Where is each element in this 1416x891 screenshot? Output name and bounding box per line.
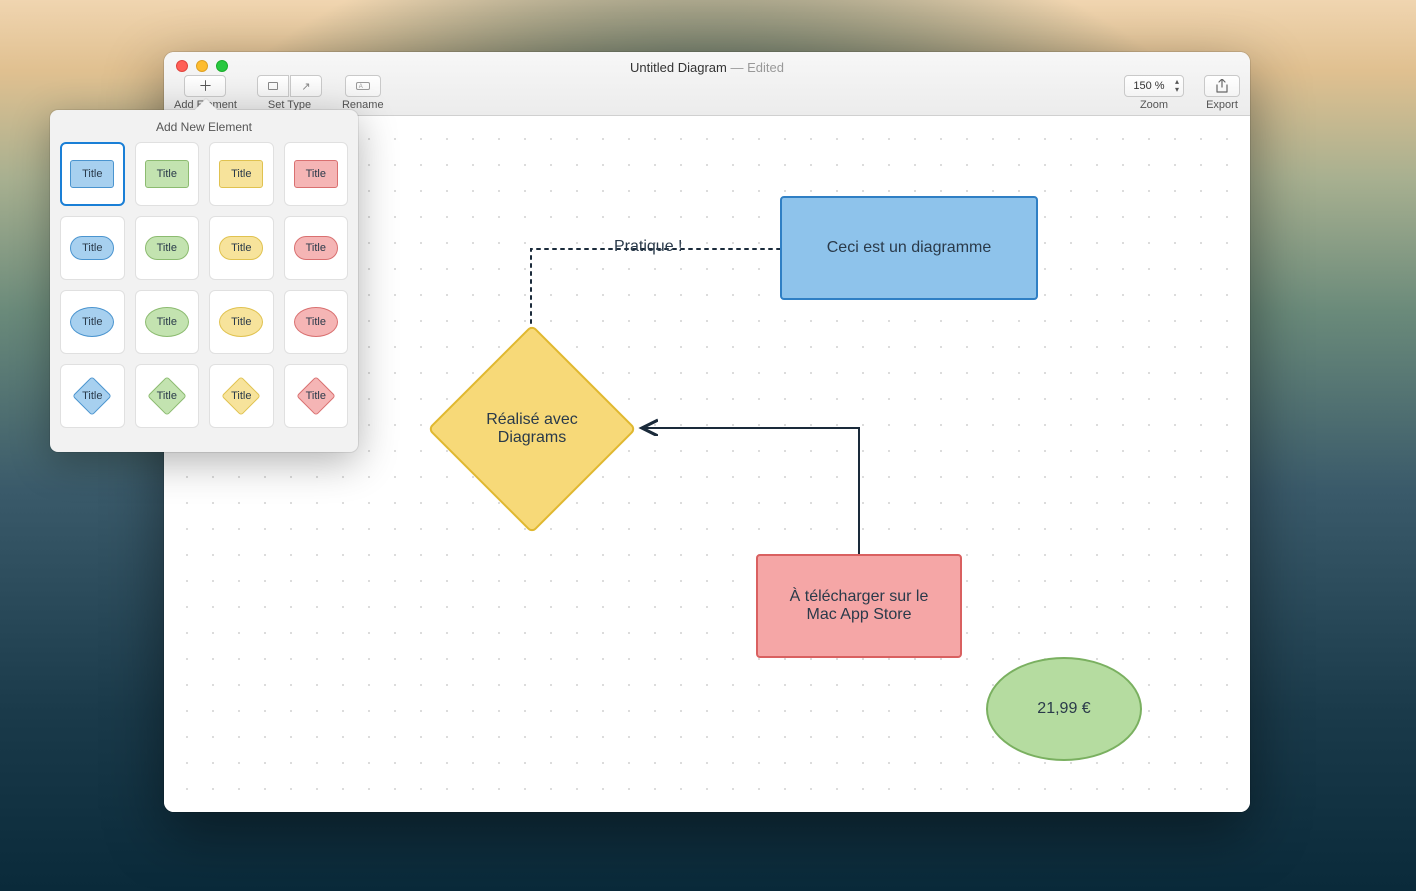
ellipse-icon: Title: [145, 307, 189, 337]
zoom-group: 150 % ▴▾ Zoom: [1124, 75, 1184, 111]
export-label: Export: [1206, 99, 1238, 111]
node-label: Ceci est un diagramme: [827, 239, 992, 257]
shape-grid: Title Title Title Title Title Title Titl…: [50, 142, 358, 438]
diagram-node-this-is-diagram[interactable]: Ceci est un diagramme: [780, 196, 1038, 300]
shape-rect-red[interactable]: Title: [284, 142, 349, 206]
rectangle-icon: [268, 82, 278, 90]
shape-round-yellow[interactable]: Title: [209, 216, 274, 280]
shape-ellipse-red[interactable]: Title: [284, 290, 349, 354]
diagram-node-price[interactable]: 21,99 €: [986, 657, 1142, 761]
export-group: Export: [1204, 75, 1240, 111]
ellipse-icon: Title: [70, 307, 114, 337]
diagram-node-made-with[interactable]: Réalisé avec Diagrams: [427, 324, 636, 533]
shape-rect-green[interactable]: Title: [135, 142, 200, 206]
edited-badge: — Edited: [727, 60, 784, 75]
ellipse-icon: Title: [294, 307, 338, 337]
diagram-node-download[interactable]: À télécharger sur le Mac App Store: [756, 554, 962, 658]
roundrect-icon: Title: [145, 236, 189, 260]
node-label: À télécharger sur le Mac App Store: [778, 588, 940, 624]
connector-label[interactable]: Pratique !: [614, 238, 682, 256]
shape-round-blue[interactable]: Title: [60, 216, 125, 280]
shape-diamond-green[interactable]: Title: [135, 364, 200, 428]
rename-group: A Rename: [342, 75, 384, 111]
toolbar: ＋ Add Element ↗ Set Type: [164, 75, 1250, 113]
shape-ellipse-blue[interactable]: Title: [60, 290, 125, 354]
arrow-icon: ↗: [301, 80, 310, 93]
set-type-arrow-button[interactable]: ↗: [290, 75, 322, 97]
zoom-value: 150 %: [1133, 80, 1164, 92]
rect-icon: Title: [70, 160, 114, 188]
set-type-group: ↗ Set Type: [257, 75, 322, 111]
add-element-popover: Add New Element Title Title Title Title …: [50, 110, 358, 452]
plus-icon: ＋: [198, 76, 212, 96]
shape-rect-yellow[interactable]: Title: [209, 142, 274, 206]
shape-round-green[interactable]: Title: [135, 216, 200, 280]
set-type-rect-button[interactable]: [257, 75, 289, 97]
popover-title: Add New Element: [50, 110, 358, 142]
node-label: Réalisé avec Diagrams: [486, 411, 578, 446]
shape-round-red[interactable]: Title: [284, 216, 349, 280]
shape-ellipse-green[interactable]: Title: [135, 290, 200, 354]
zoom-select[interactable]: 150 % ▴▾: [1124, 75, 1184, 97]
rect-icon: Title: [219, 160, 263, 188]
rename-icon: A: [356, 82, 370, 90]
roundrect-icon: Title: [294, 236, 338, 260]
roundrect-icon: Title: [219, 236, 263, 260]
share-icon: [1216, 79, 1228, 93]
window-title: Untitled Diagram — Edited: [164, 60, 1250, 75]
zoom-label: Zoom: [1140, 99, 1168, 111]
rect-icon: Title: [145, 160, 189, 188]
export-button[interactable]: [1204, 75, 1240, 97]
shape-diamond-yellow[interactable]: Title: [209, 364, 274, 428]
shape-rect-blue[interactable]: Title: [60, 142, 125, 206]
document-title: Untitled Diagram: [630, 60, 727, 75]
node-label: 21,99 €: [1037, 700, 1090, 718]
shape-ellipse-yellow[interactable]: Title: [209, 290, 274, 354]
titlebar: Untitled Diagram — Edited ＋ Add Element …: [164, 52, 1250, 116]
add-element-button[interactable]: ＋: [184, 75, 226, 97]
rect-icon: Title: [294, 160, 338, 188]
stepper-icon: ▴▾: [1175, 78, 1179, 94]
shape-diamond-red[interactable]: Title: [284, 364, 349, 428]
shape-diamond-blue[interactable]: Title: [60, 364, 125, 428]
rename-button[interactable]: A: [345, 75, 381, 97]
roundrect-icon: Title: [70, 236, 114, 260]
ellipse-icon: Title: [219, 307, 263, 337]
